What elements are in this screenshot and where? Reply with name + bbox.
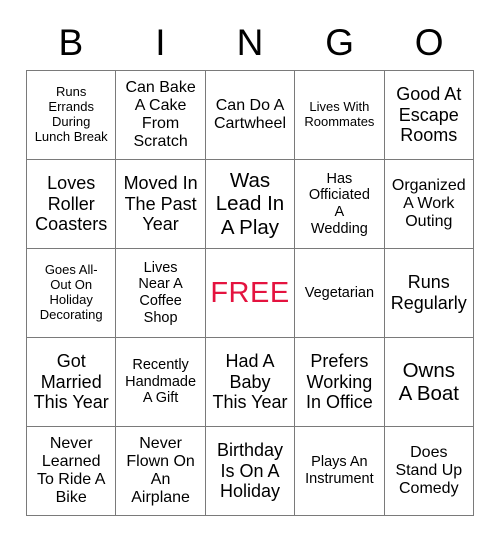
bingo-cell-label: Vegetarian (304, 284, 375, 301)
bingo-cell-label: Got Married This Year (33, 351, 109, 413)
bingo-cell-label: Recently Handmade A Gift (125, 357, 197, 407)
bingo-cell[interactable]: Can Do A Cartwheel (205, 71, 296, 160)
bingo-cell[interactable]: Loves Roller Coasters (27, 160, 117, 249)
bingo-grid: Runs Errands During Lunch Break Can Bake … (26, 70, 474, 516)
bingo-cell[interactable]: Vegetarian (295, 249, 385, 338)
bingo-cell-label: Runs Errands During Lunch Break (34, 84, 108, 144)
bingo-cell-label: Birthday Is On A Holiday (216, 440, 284, 502)
bingo-cell-label: Had A Baby This Year (212, 351, 288, 413)
bingo-cell[interactable]: Can Bake A Cake From Scratch (116, 71, 206, 160)
bingo-cell[interactable]: Good At Escape Rooms (384, 71, 474, 160)
bingo-cell-label: Never Learned To Ride A Bike (36, 434, 106, 507)
bingo-cell-label: Can Do A Cartwheel (213, 96, 286, 132)
bingo-cell[interactable]: Had A Baby This Year (205, 338, 296, 427)
bingo-cell[interactable]: Was Lead In A Play (205, 160, 296, 249)
bingo-header-letter-o: O (414, 21, 444, 63)
bingo-cell-label: Has Officiated A Wedding (308, 170, 370, 237)
bingo-cell[interactable]: Runs Errands During Lunch Break (27, 71, 117, 160)
bingo-cell[interactable]: Organized A Work Outing (384, 160, 474, 249)
bingo-cell[interactable]: Recently Handmade A Gift (116, 338, 206, 427)
bingo-cell-label: Lives With Roommates (304, 99, 375, 129)
bingo-cell[interactable]: Birthday Is On A Holiday (205, 427, 296, 516)
bingo-cell[interactable]: Got Married This Year (27, 338, 117, 427)
bingo-cell[interactable]: Moved In The Past Year (116, 160, 206, 249)
bingo-cell-label: Never Flown On An Airplane (126, 434, 195, 507)
bingo-cell-label: Owns A Boat (398, 358, 459, 405)
bingo-card: B I N G O Runs Errands During Lunch Break Can… (0, 0, 500, 544)
bingo-header-letter-g: G (325, 21, 354, 63)
bingo-cell-label: Loves Roller Coasters (35, 173, 108, 235)
bingo-cell[interactable]: Does Stand Up Comedy (384, 427, 474, 516)
bingo-cell[interactable]: Never Learned To Ride A Bike (27, 427, 117, 516)
bingo-cell-label: Can Bake A Cake From Scratch (125, 78, 196, 151)
bingo-header-letter-i: I (155, 21, 166, 63)
bingo-cell-label: Goes All- Out On Holiday Decorating (39, 262, 103, 322)
bingo-cell-label: Was Lead In A Play (215, 168, 285, 239)
bingo-cell[interactable]: Runs Regularly (384, 249, 474, 338)
bingo-cell-free[interactable]: FREE (205, 249, 296, 338)
bingo-cell-label: Organized A Work Outing (391, 176, 466, 231)
bingo-cell[interactable]: Plays An Instrument (295, 427, 385, 516)
bingo-cell-label: Moved In The Past Year (123, 173, 198, 235)
bingo-cell-label: Lives Near A Coffee Shop (138, 259, 183, 326)
bingo-cell[interactable]: Owns A Boat (384, 338, 474, 427)
bingo-cell-label: Prefers Working In Office (306, 351, 373, 413)
bingo-cell-label: FREE (210, 276, 290, 309)
bingo-header-letter-n: N (236, 21, 264, 63)
bingo-cell[interactable]: Lives Near A Coffee Shop (116, 249, 206, 338)
bingo-cell[interactable]: Never Flown On An Airplane (116, 427, 206, 516)
bingo-cell-label: Runs Regularly (390, 272, 467, 313)
bingo-cell[interactable]: Goes All- Out On Holiday Decorating (27, 249, 117, 338)
bingo-cell[interactable]: Prefers Working In Office (295, 338, 385, 427)
bingo-cell-label: Does Stand Up Comedy (395, 443, 463, 498)
bingo-cell-label: Good At Escape Rooms (396, 84, 462, 146)
bingo-header-row: BINGO (26, 14, 474, 70)
bingo-cell[interactable]: Lives With Roommates (295, 71, 385, 160)
bingo-cell[interactable]: Has Officiated A Wedding (295, 160, 385, 249)
bingo-header-letter-b: B (58, 21, 84, 63)
bingo-cell-label: Plays An Instrument (305, 454, 374, 487)
